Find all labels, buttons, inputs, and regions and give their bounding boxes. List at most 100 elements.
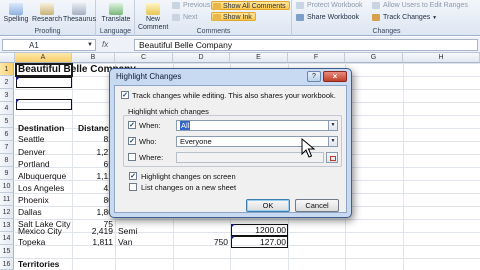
- share-workbook-icon: [296, 14, 304, 21]
- row-header-15[interactable]: 15: [0, 245, 14, 258]
- changes-group-label: Changes: [372, 28, 401, 35]
- row-header-2[interactable]: 2: [0, 76, 14, 89]
- show-all-comments-button[interactable]: Show All Comments: [211, 1, 290, 10]
- column-header-E[interactable]: E: [230, 53, 288, 63]
- translate-icon: [109, 3, 123, 15]
- show-ink-button[interactable]: Show Ink: [211, 12, 256, 21]
- active-cell-border: [15, 63, 73, 77]
- research-icon: [40, 3, 54, 15]
- research-button[interactable]: Research: [32, 3, 62, 23]
- ribbon-group-comments: New Comment Previous Next Show All Comme…: [136, 0, 292, 36]
- new-comment-icon: [146, 3, 160, 15]
- row-header-14[interactable]: 14: [0, 232, 14, 245]
- bordered-cell-a4[interactable]: [16, 99, 72, 110]
- share-workbook-button[interactable]: Share Workbook: [296, 13, 359, 22]
- translate-button[interactable]: Translate: [100, 3, 132, 23]
- track-changes-checkbox[interactable]: ✓: [121, 91, 129, 99]
- row-header-9[interactable]: 9: [0, 167, 14, 180]
- allow-users-edit-ranges-button[interactable]: Allow Users to Edit Ranges: [372, 1, 468, 10]
- column-header-H[interactable]: H: [403, 53, 480, 63]
- row-header-12[interactable]: 12: [0, 206, 14, 219]
- track-changes-button[interactable]: Track Changes ▼: [372, 13, 437, 22]
- previous-comment-button[interactable]: Previous: [172, 1, 210, 10]
- ribbon: Spelling Research Thesaurus Proofing Tra…: [0, 0, 480, 36]
- column-header-B[interactable]: B: [72, 53, 115, 63]
- qty-cell[interactable]: 750: [173, 236, 230, 249]
- row-header-1[interactable]: 1: [0, 63, 14, 76]
- range-picker-icon[interactable]: [326, 152, 338, 163]
- when-dropdown-icon[interactable]: ▼: [328, 121, 337, 130]
- row-header-7[interactable]: 7: [0, 141, 14, 154]
- territories-cell[interactable]: Territories: [16, 258, 59, 270]
- row-header-5[interactable]: 5: [0, 115, 14, 128]
- row-header-16[interactable]: 16: [0, 258, 14, 270]
- when-label: When:: [139, 121, 161, 130]
- dialog-title: Highlight Changes: [116, 72, 182, 81]
- track-changes-dropdown-icon: ▼: [432, 15, 438, 21]
- where-checkbox[interactable]: [128, 153, 136, 161]
- highlight-on-screen-checkbox[interactable]: ✓: [129, 172, 137, 180]
- row-header-10[interactable]: 10: [0, 180, 14, 193]
- spelling-icon: [9, 3, 23, 15]
- row-header-13[interactable]: 13: [0, 219, 14, 232]
- previous-icon: [172, 2, 180, 9]
- next-comment-button[interactable]: Next: [172, 13, 197, 22]
- cost-cell[interactable]: 127.00: [231, 236, 288, 249]
- row-header-11[interactable]: 11: [0, 193, 14, 206]
- proofing-group-label: Proofing: [34, 28, 61, 35]
- formula-bar: A1 ▼ fx Beautiful Belle Company: [0, 37, 480, 53]
- ok-button[interactable]: OK: [246, 199, 290, 212]
- change-marker-icon: [231, 224, 235, 228]
- thesaurus-icon: [72, 3, 86, 15]
- allow-users-icon: [372, 2, 380, 9]
- show-all-comments-icon: [213, 3, 221, 10]
- column-header-A[interactable]: A: [15, 53, 72, 63]
- name-box[interactable]: A1 ▼: [2, 39, 96, 51]
- mouse-pointer-icon: [301, 138, 315, 158]
- formula-input[interactable]: Beautiful Belle Company: [134, 39, 478, 51]
- bordered-cell-a2[interactable]: [16, 77, 72, 88]
- select-all-corner[interactable]: [0, 53, 15, 63]
- change-marker-icon: [16, 99, 20, 103]
- help-button[interactable]: ?: [307, 71, 321, 82]
- who-checkbox[interactable]: ✓: [128, 137, 136, 145]
- when-select[interactable]: All ▼: [176, 120, 338, 131]
- col-line: [403, 63, 404, 270]
- who-dropdown-icon[interactable]: ▼: [328, 137, 337, 146]
- track-changes-label: Track changes while editing. This also s…: [132, 91, 336, 100]
- destination-cell[interactable]: Seattle: [16, 133, 44, 146]
- cancel-button[interactable]: Cancel: [295, 199, 339, 212]
- show-ink-icon: [213, 14, 221, 21]
- insert-function-button[interactable]: fx: [102, 39, 132, 51]
- column-header-C[interactable]: C: [115, 53, 173, 63]
- ribbon-group-proofing: Spelling Research Thesaurus Proofing: [0, 0, 96, 36]
- when-checkbox[interactable]: ✓: [128, 121, 136, 129]
- next-icon: [172, 14, 180, 21]
- ribbon-group-changes: Protect Workbook Share Workbook Allow Us…: [293, 0, 480, 36]
- change-marker-icon: [231, 236, 235, 240]
- column-header-D[interactable]: D: [173, 53, 230, 63]
- track-changes-icon: [372, 14, 380, 21]
- column-header-F[interactable]: F: [288, 53, 345, 63]
- where-label: Where:: [139, 153, 164, 162]
- row-header-3[interactable]: 3: [0, 89, 14, 102]
- spelling-button[interactable]: Spelling: [2, 3, 30, 23]
- thesaurus-button[interactable]: Thesaurus: [63, 3, 96, 23]
- close-button[interactable]: ×: [323, 71, 347, 82]
- column-header-G[interactable]: G: [345, 53, 403, 63]
- row-header-8[interactable]: 8: [0, 154, 14, 167]
- list-on-new-sheet-checkbox[interactable]: [129, 183, 137, 191]
- protect-workbook-icon: [296, 2, 304, 9]
- row-header-6[interactable]: 6: [0, 128, 14, 141]
- change-marker-icon: [16, 77, 20, 81]
- who-label: Who:: [139, 137, 157, 146]
- distance-cell[interactable]: 1,811: [72, 236, 115, 249]
- row-header-4[interactable]: 4: [0, 102, 14, 115]
- language-group-label: Language: [99, 28, 132, 35]
- protect-workbook-button[interactable]: Protect Workbook: [296, 1, 363, 10]
- destination-cell[interactable]: Topeka: [16, 236, 45, 249]
- comments-group-label: Comments: [196, 28, 231, 35]
- highlight-changes-dialog: Highlight Changes ? × ✓ Track changes wh…: [109, 68, 352, 218]
- vehicle-cell[interactable]: Van: [116, 236, 133, 249]
- name-box-dropdown-icon[interactable]: ▼: [87, 40, 93, 51]
